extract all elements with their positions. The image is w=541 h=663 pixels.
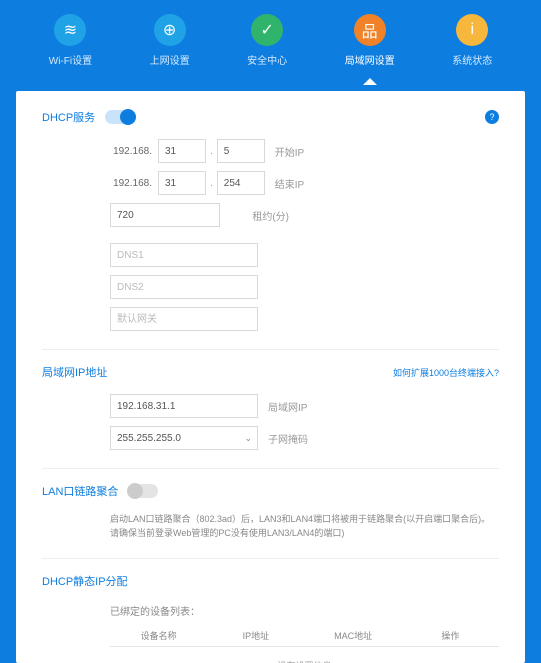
nav-4[interactable]: i 系统状态 [452, 14, 492, 67]
nav-1[interactable]: ⊕ 上网设置 [150, 14, 190, 67]
start-oct3-input[interactable] [158, 139, 206, 163]
mask-label: 子网掩码 [268, 431, 308, 446]
nav-icon: ≋ [54, 14, 86, 46]
nav-icon: ✓ [251, 14, 283, 46]
chevron-down-icon: ⌄ [244, 433, 252, 444]
agg-toggle[interactable] [128, 484, 158, 498]
static-sub: 已绑定的设备列表： [42, 603, 499, 618]
nav-label: Wi-Fi设置 [49, 52, 92, 67]
table-header: 设备名称 IP地址 MAC地址 操作 [110, 624, 499, 647]
dhcp-toggle[interactable] [105, 110, 135, 124]
table-empty: 没有设置信息 [110, 647, 499, 663]
nav-label: 安全中心 [247, 52, 287, 67]
end-ip-label: 结束IP [275, 176, 304, 191]
dns1-input[interactable] [110, 243, 258, 267]
start-ip-label: 开始IP [275, 144, 304, 159]
nav-label: 系统状态 [452, 52, 492, 67]
lan-ip-label: 局域网IP [268, 399, 307, 414]
nav-0[interactable]: ≋ Wi-Fi设置 [49, 14, 92, 67]
nav-label: 局域网设置 [345, 52, 395, 67]
agg-title: LAN口链路聚合 [42, 483, 118, 499]
ip-prefix: 192.168. [110, 146, 152, 157]
help-icon[interactable]: ? [485, 110, 499, 124]
nav-icon: i [456, 14, 488, 46]
lanip-help-link[interactable]: 如何扩展1000台终端接入? [393, 366, 499, 379]
nav-2[interactable]: ✓ 安全中心 [247, 14, 287, 67]
nav-icon: ⊕ [154, 14, 186, 46]
dns2-input[interactable] [110, 275, 258, 299]
end-oct4-input[interactable] [217, 171, 265, 195]
nav-icon: 品 [354, 14, 386, 46]
end-oct3-input[interactable] [158, 171, 206, 195]
agg-desc: 启动LAN口链路聚合（802.3ad）后，LAN3和LAN4端口将被用于链路聚合… [42, 513, 499, 540]
lan-ip-input[interactable] [110, 394, 258, 418]
mask-select[interactable] [110, 426, 258, 450]
static-title: DHCP静态IP分配 [42, 573, 128, 589]
nav-3[interactable]: 品局域网设置 [345, 14, 395, 67]
start-oct4-input[interactable] [217, 139, 265, 163]
dhcp-title: DHCP服务 [42, 109, 95, 125]
lanip-title: 局域网IP地址 [42, 364, 107, 380]
lease-input[interactable] [110, 203, 220, 227]
lease-label: 租约(分) [252, 208, 289, 223]
nav-label: 上网设置 [150, 52, 190, 67]
gateway-input[interactable] [110, 307, 258, 331]
